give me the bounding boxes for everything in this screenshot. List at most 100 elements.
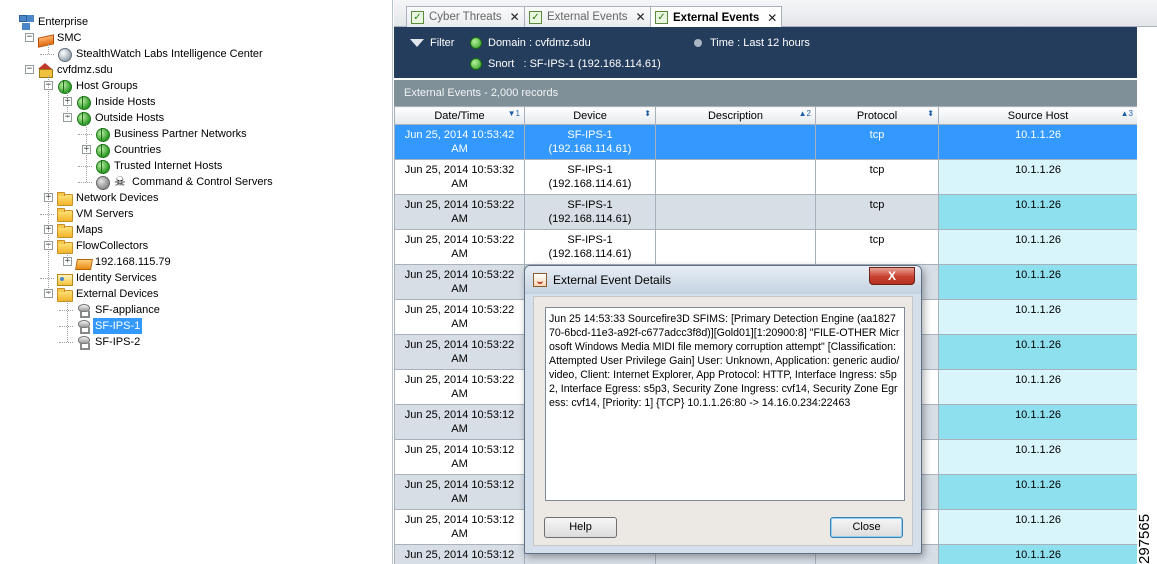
tree-item-stealthwatch-labs[interactable]: StealthWatch Labs Intelligence Center xyxy=(56,46,265,62)
snort-filter-label: Snort : SF-IPS-1 (192.168.114.61) xyxy=(488,58,661,70)
sort-icon[interactable]: ▼1 xyxy=(508,109,520,118)
tree-item-host-groups[interactable]: Host Groups xyxy=(56,78,140,94)
time-filter[interactable]: Time : Last 12 hours xyxy=(694,37,810,49)
filter-icon xyxy=(410,39,424,47)
tree-item-smc[interactable]: SMC xyxy=(37,30,83,46)
tree-item-label: Outside Hosts xyxy=(95,112,165,124)
tree-item-business-partner[interactable]: Business Partner Networks xyxy=(94,126,249,142)
cell-description xyxy=(655,194,816,230)
tree-item-network-devices[interactable]: Network Devices xyxy=(56,190,161,206)
table-row[interactable]: Jun 25, 2014 10:53:22 AM SF-IPS-1 (192.16… xyxy=(394,194,1137,230)
globe-icon xyxy=(94,126,110,142)
column-header-date-time[interactable]: Date/Time ▼1 xyxy=(394,106,525,125)
tree-item-label: Host Groups xyxy=(76,80,138,92)
column-header-label: Protocol xyxy=(856,109,898,122)
tree-item-command-control[interactable]: ☠ Command & Control Servers xyxy=(94,174,275,190)
cell-protocol: tcp xyxy=(815,159,939,195)
tree-item-trusted-internet[interactable]: Trusted Internet Hosts xyxy=(94,158,224,174)
table-row[interactable]: Jun 25, 2014 10:53:32 AM SF-IPS-1 (192.16… xyxy=(394,159,1137,195)
tree-item-label: Countries xyxy=(114,144,162,156)
event-details-dialog: External Event Details X Jun 25 14:53:33… xyxy=(524,265,922,554)
cell-device: SF-IPS-1 (192.168.114.61) xyxy=(524,124,656,160)
tree-connector xyxy=(78,182,92,183)
dialog-title: External Event Details xyxy=(553,273,672,287)
tree-item-sf-ips-1[interactable]: SF-IPS-1 xyxy=(75,318,143,334)
tree-item-vm-servers[interactable]: VM Servers xyxy=(56,206,135,222)
tab-external-events-1[interactable]: ✓ External Events ✕ xyxy=(524,6,651,27)
column-header-source-host[interactable]: Source Host ▲3 xyxy=(938,106,1137,125)
sort-icon[interactable]: ▲2 xyxy=(799,109,811,118)
domain-icon xyxy=(37,62,53,78)
sort-icon[interactable]: ⬍ xyxy=(644,109,651,118)
tree-item-label: Business Partner Networks xyxy=(114,128,247,140)
tree-connector xyxy=(59,326,73,327)
cell-source: 10.1.1.26 xyxy=(938,544,1137,564)
cell-source: 10.1.1.26 xyxy=(938,229,1137,265)
collapse-icon[interactable]: − xyxy=(25,33,34,42)
tab-external-events-2[interactable]: ✓ External Events ✕ xyxy=(650,6,783,28)
tree-item-sf-ips-2[interactable]: SF-IPS-2 xyxy=(75,334,142,350)
cell-device: SF-IPS-1 (192.168.114.61) xyxy=(524,229,656,265)
network-icon xyxy=(18,14,34,30)
sort-icon[interactable]: ⬍ xyxy=(927,109,934,118)
host-groups-icon xyxy=(56,78,72,94)
table-row[interactable]: Jun 25, 2014 10:53:22 AM SF-IPS-1 (192.16… xyxy=(394,229,1137,265)
tree-item-flowcollectors[interactable]: FlowCollectors xyxy=(56,238,150,254)
collapse-icon[interactable]: − xyxy=(25,65,34,74)
domain-icon xyxy=(470,37,482,49)
dialog-close-icon[interactable]: X xyxy=(869,267,915,285)
tree-guide-line xyxy=(67,92,68,118)
table-row[interactable]: Jun 25, 2014 10:53:42 AM SF-IPS-1 (192.16… xyxy=(394,124,1137,160)
cell-datetime: Jun 25, 2014 10:53:12 AM xyxy=(394,439,525,475)
tree-connector xyxy=(59,310,73,311)
column-header-device[interactable]: Device ⬍ xyxy=(524,106,656,125)
tree-item-label: Trusted Internet Hosts xyxy=(114,160,223,172)
tree-item-countries[interactable]: Countries xyxy=(94,142,163,158)
tree-guide-line xyxy=(48,76,49,294)
tree-item-identity-services[interactable]: Identity Services xyxy=(56,270,159,286)
tree-item-label: Network Devices xyxy=(76,192,159,204)
tree-item-external-devices[interactable]: External Devices xyxy=(56,286,161,302)
tab-cyber-threats[interactable]: ✓ Cyber Threats ✕ xyxy=(406,6,525,27)
close-button[interactable]: Close xyxy=(830,517,903,538)
tree-item-outside-hosts[interactable]: Outside Hosts xyxy=(75,110,166,126)
column-header-description[interactable]: Description ▲2 xyxy=(655,106,816,125)
tree-guide-line xyxy=(86,124,87,182)
sort-icon[interactable]: ▲3 xyxy=(1121,109,1133,118)
cell-source: 10.1.1.26 xyxy=(938,439,1137,475)
tree-item-inside-hosts[interactable]: Inside Hosts xyxy=(75,94,158,110)
cell-datetime: Jun 25, 2014 10:53:12 AM xyxy=(394,509,525,545)
tree-connector xyxy=(40,214,54,215)
tree-item-label: Maps xyxy=(76,224,103,236)
close-tab-icon[interactable]: ✕ xyxy=(767,11,777,25)
sensor-icon xyxy=(75,318,91,334)
event-details-text[interactable]: Jun 25 14:53:33 Sourcefire3D SFIMS: [Pri… xyxy=(545,307,905,501)
tree-item-label: StealthWatch Labs Intelligence Center xyxy=(76,48,263,60)
cell-datetime: Jun 25, 2014 10:53:22 AM xyxy=(394,229,525,265)
records-header: External Events - 2,000 records xyxy=(394,80,1137,106)
dialog-title-bar[interactable]: External Event Details X xyxy=(525,266,921,294)
tab-bar: ✓ Cyber Threats ✕ ✓ External Events ✕ ✓ … xyxy=(394,0,1157,28)
snort-filter[interactable]: Snort : SF-IPS-1 (192.168.114.61) xyxy=(470,58,661,70)
tree-item-fc-ip[interactable]: 192.168.115.79 xyxy=(75,254,173,270)
close-tab-icon[interactable]: ✕ xyxy=(636,10,646,24)
column-header-protocol[interactable]: Protocol ⬍ xyxy=(815,106,939,125)
cell-source: 10.1.1.26 xyxy=(938,194,1137,230)
sensor-icon xyxy=(75,334,91,350)
tree-item-enterprise[interactable]: Enterprise xyxy=(18,14,90,30)
cell-source: 10.1.1.26 xyxy=(938,509,1137,545)
globe-icon xyxy=(75,94,91,110)
cell-source: 10.1.1.26 xyxy=(938,124,1137,160)
domain-filter[interactable]: Domain : cvfdmz.sdu xyxy=(470,37,591,49)
tree-item-maps[interactable]: Maps xyxy=(56,222,105,238)
cell-device: SF-IPS-1 (192.168.114.61) xyxy=(524,194,656,230)
time-filter-label: Time : Last 12 hours xyxy=(710,37,810,49)
tree-item-label: SMC xyxy=(57,32,82,44)
close-tab-icon[interactable]: ✕ xyxy=(510,10,520,24)
java-icon xyxy=(533,273,547,287)
tree-item-sf-appliance[interactable]: SF-appliance xyxy=(75,302,162,318)
help-button[interactable]: Help xyxy=(544,517,617,538)
tree-connector xyxy=(78,134,92,135)
cell-description xyxy=(655,229,816,265)
filter-button[interactable]: Filter xyxy=(410,37,454,49)
